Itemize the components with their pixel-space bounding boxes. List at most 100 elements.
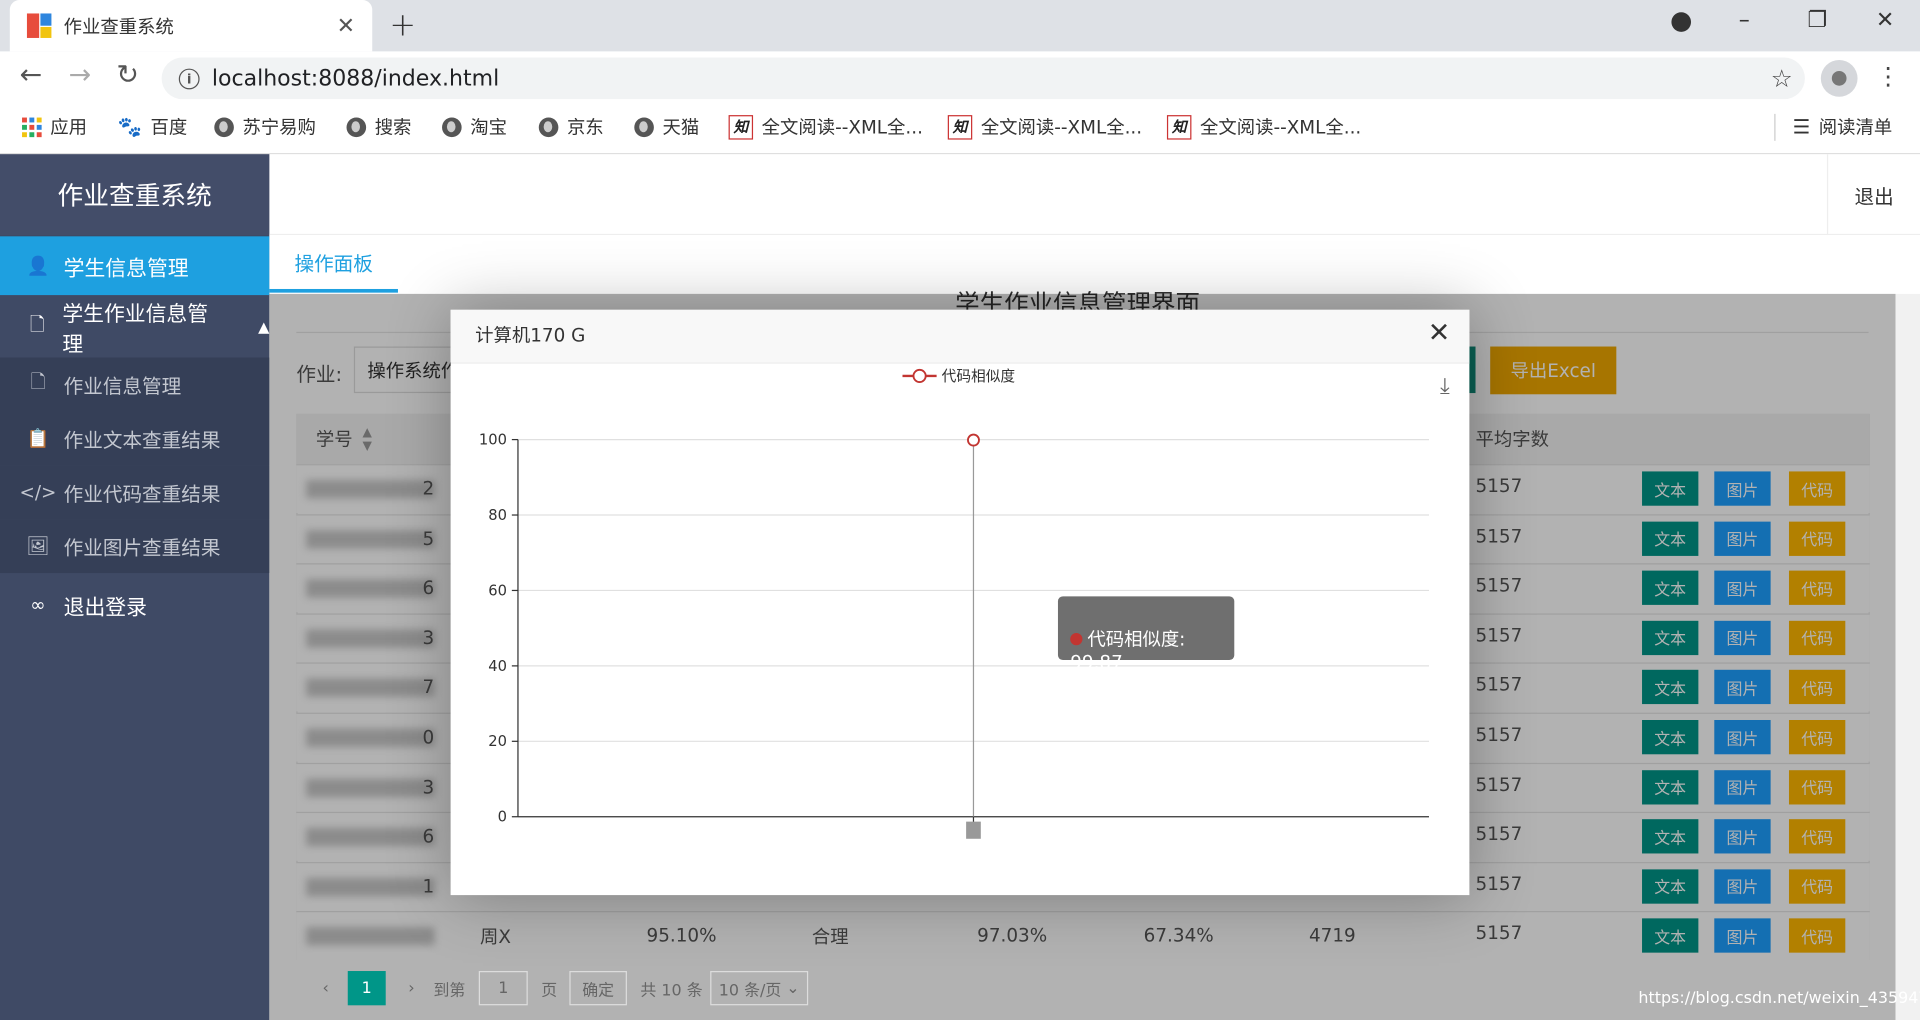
cnki-zhi-icon: 知 [728,114,754,139]
bookmark-label: 天猫 [662,116,700,139]
bookmark-tmall[interactable]: 天猫 [634,114,699,140]
similarity-chart: 0 20 40 60 80 100 [479,431,1429,839]
prev-page-icon[interactable]: ‹ [313,971,337,1005]
y-tick-label: 80 [488,507,507,524]
browser-tab[interactable]: 作业查重系统 ✕ [9,0,373,52]
bookmark-baidu[interactable]: 🐾 百度 [118,114,188,140]
bookmark-label: 淘宝 [470,116,507,139]
modal-title: 计算机170 G [475,324,586,347]
window-close-icon[interactable]: ✕ [1876,7,1894,33]
watermark: https://blog.csdn.net/weixin_4359475 [1638,989,1920,1008]
bookmark-apps[interactable]: 应用 [22,114,87,140]
apps-grid-icon [22,116,42,137]
bookmark-label: 百度 [150,116,188,139]
page-input[interactable]: 1 [478,971,528,1006]
next-page-icon[interactable]: › [399,971,423,1005]
page-unit: 页 [541,981,558,1000]
globe-icon [214,116,234,137]
globe-icon [634,116,654,137]
bookmark-cnki-2[interactable]: 知全文阅读--XML全... [947,114,1143,140]
back-icon[interactable]: ← [20,60,43,91]
bookmark-jd[interactable]: 京东 [538,114,604,140]
sidebar-item-logout[interactable]: ∞ 退出登录 [0,576,269,635]
tooltip-label: 代码相似度: 99.87 [1070,626,1222,674]
bookmark-label: 应用 [50,116,87,139]
sidebar-item-label: 学生作业信息管理 [62,302,209,358]
omnibox[interactable]: i localhost:8088/index.html ☆ [161,57,1805,100]
sidebar-item-homework-info[interactable]: 🗋 学生作业信息管理 ▲ [0,298,269,357]
per-page-label: 10 条/页 [718,981,782,1000]
bookmark-taobao[interactable]: 淘宝 [442,114,507,140]
tab-operation-panel[interactable]: 操作面板 [269,235,398,293]
bookmark-cnki-3[interactable]: 知全文阅读--XML全... [1166,114,1362,140]
sidebar-item-student-info[interactable]: 👤 学生信息管理 [0,236,270,296]
sidebar-item-text-result[interactable]: 📋 作业文本查重结果 [0,411,270,466]
bookmark-cnki-1[interactable]: 知全文阅读--XML全... [728,114,923,140]
new-tab-icon[interactable]: + [389,7,416,44]
bookmark-star-icon[interactable]: ☆ [1771,64,1793,93]
sidebar-item-homework-manage[interactable]: 🗋 作业信息管理 [0,357,270,412]
globe-icon [442,116,462,137]
file-icon: 🗋 [30,370,46,393]
y-tick-label: 0 [498,809,507,826]
link-icon: ∞ [30,593,46,616]
bookmark-label: 全文阅读--XML全... [1200,116,1362,139]
reload-icon[interactable]: ↻ [116,60,139,91]
forward-icon[interactable]: → [69,60,92,91]
app-title: 作业查重系统 [0,154,270,236]
y-tick-label: 60 [488,582,507,599]
tooltip-dot [1070,633,1083,646]
data-point [967,433,980,447]
modal-header [450,309,1470,364]
reading-list-label: 阅读清单 [1818,116,1893,139]
page-current[interactable]: 1 [347,971,386,1006]
tooltip-value: 代码相似度: 99.87 [1070,628,1186,674]
bookmark-search[interactable]: 搜索 [346,114,412,140]
globe-icon [346,116,367,137]
clipboard-icon: 📋 [26,427,50,450]
bookmark-label: 京东 [566,116,604,139]
file-icon: 🗋 [29,312,45,335]
chart-tooltip: 代码相似度: 99.87 [1057,596,1235,673]
sidebar-item-label: 作业信息管理 [63,374,182,398]
bookmark-suning[interactable]: 苏宁易购 [214,114,316,140]
reading-list[interactable]: ☰ 阅读清单 [1793,114,1893,140]
browser-menu-icon[interactable]: ⋮ [1876,61,1900,90]
tooltip-title [1070,601,1222,625]
sidebar-item-label: 作业图片查重结果 [63,536,221,560]
tab-close-icon[interactable]: ✕ [337,13,355,39]
caret-up-icon: ▲ [258,318,270,336]
scrollbar[interactable] [1895,293,1920,1020]
code-icon: </> [19,481,57,504]
cnki-zhi-icon: 知 [1166,114,1192,139]
baidu-paw-icon: 🐾 [117,115,142,139]
restore-icon[interactable]: ❐ [1807,7,1827,33]
y-tick-label: 40 [488,658,507,675]
confirm-button[interactable]: 确定 [569,971,627,1006]
site-info-icon[interactable]: i [178,67,200,89]
reading-list-icon: ☰ [1792,115,1811,139]
y-tick-label: 20 [488,733,507,750]
url-text[interactable]: localhost:8088/index.html [212,66,499,92]
tab-search-icon[interactable] [1671,12,1692,32]
globe-icon [538,116,559,137]
close-icon[interactable]: ✕ [1428,320,1451,348]
bookmark-label: 苏宁易购 [242,116,316,139]
sidebar-item-code-result[interactable]: </> 作业代码查重结果 [0,465,270,520]
user-icon: 👤 [26,254,50,277]
sidebar-item-label: 退出登录 [63,595,147,621]
sidebar-item-label: 作业代码查重结果 [63,482,221,506]
logout-button[interactable]: 退出 [1826,154,1920,236]
bookmark-divider [1774,113,1776,141]
per-page-select[interactable]: 10 条/页 ⌄ [710,971,809,1006]
image-icon: 🖼 [26,535,50,558]
cnki-zhi-icon: 知 [947,114,973,139]
top-bar [269,154,1920,236]
bookmark-label: 全文阅读--XML全... [980,116,1143,139]
minimize-icon[interactable]: – [1739,7,1750,33]
bookmark-label: 搜索 [374,116,412,139]
sidebar-item-label: 作业文本查重结果 [63,428,221,452]
sidebar-item-image-result[interactable]: 🖼 作业图片查重结果 [0,519,270,574]
profile-avatar-icon[interactable] [1820,60,1858,97]
tab-title: 作业查重系统 [63,15,174,38]
